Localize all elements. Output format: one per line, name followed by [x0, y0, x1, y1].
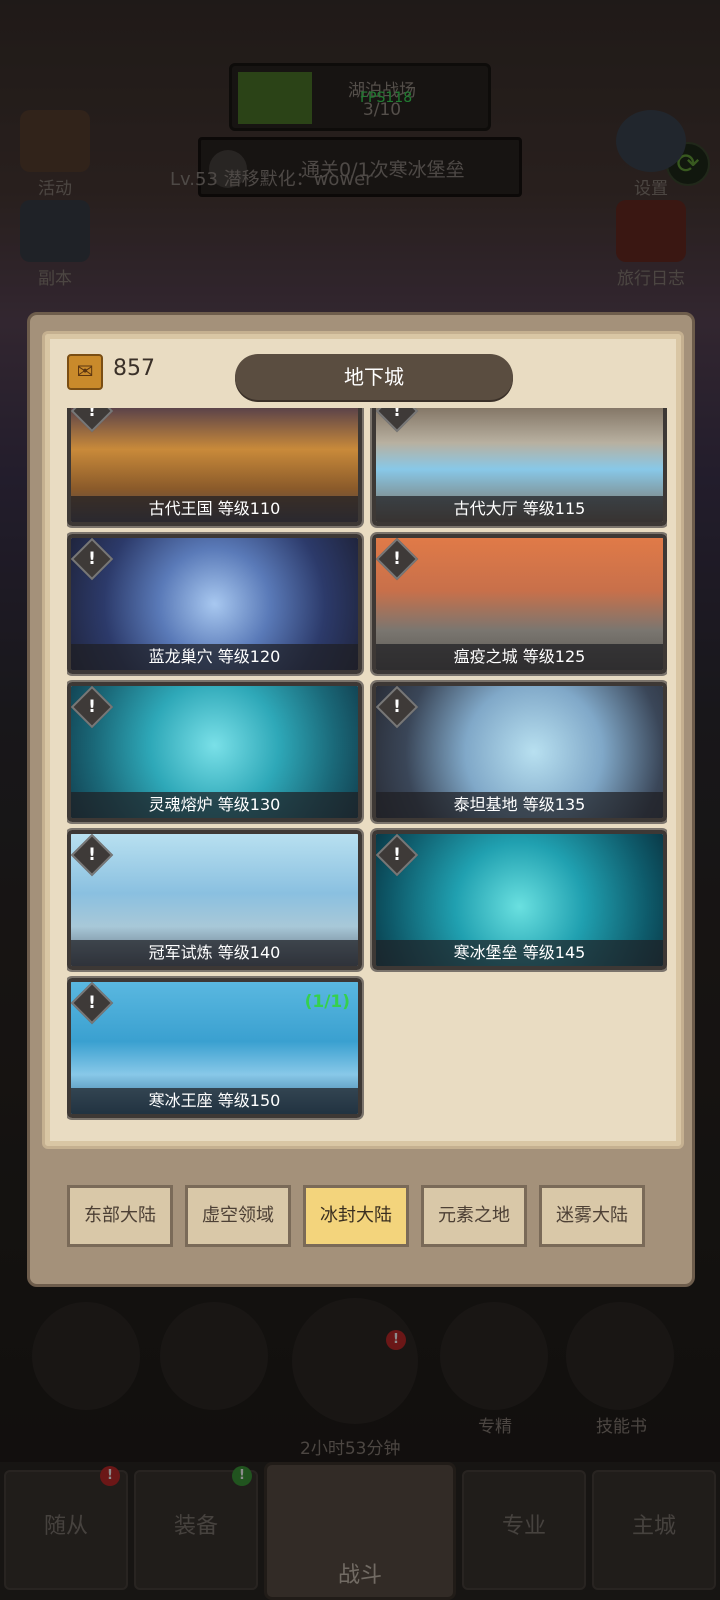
currency-count: 857 — [113, 356, 155, 381]
dungeon-panel-inner: ✉ 857 地下城 ! 古代王国 等级110 ! 古代大厅 等级115 ! 蓝龙… — [42, 331, 684, 1149]
dungeon-label: 冠军试炼 等级140 — [71, 940, 358, 966]
tab-eastern-continent[interactable]: 东部大陆 — [67, 1185, 173, 1247]
dungeon-tile[interactable]: ! 瘟疫之城 等级125 — [372, 534, 667, 674]
dungeon-tile[interactable]: ! 蓝龙巢穴 等级120 — [67, 534, 362, 674]
dungeon-label: 灵魂熔炉 等级130 — [71, 792, 358, 818]
tab-mist-continent[interactable]: 迷雾大陆 — [539, 1185, 645, 1247]
dungeon-grid: ! 古代王国 等级110 ! 古代大厅 等级115 ! 蓝龙巢穴 等级120 !… — [67, 408, 667, 1133]
panel-title: 地下城 — [235, 354, 513, 400]
game-screen: 湖泊战场 3/10 ⟳ FPS118 通关0/1次寒冰堡垒 Lv.53 潜移默化… — [0, 0, 720, 1600]
dungeon-panel: ✉ 857 地下城 ! 古代王国 等级110 ! 古代大厅 等级115 ! 蓝龙… — [27, 312, 695, 1287]
dungeon-tile[interactable]: ! 灵魂熔炉 等级130 — [67, 682, 362, 822]
dungeon-tile[interactable]: ! (1/1) 寒冰王座 等级150 — [67, 978, 362, 1118]
dungeon-label: 寒冰堡垒 等级145 — [376, 940, 663, 966]
dungeon-label: 古代大厅 等级115 — [376, 496, 663, 522]
dungeon-tile[interactable]: ! 古代王国 等级110 — [67, 408, 362, 526]
dungeon-label: 瘟疫之城 等级125 — [376, 644, 663, 670]
region-tabs: 东部大陆 虚空领域 冰封大陆 元素之地 迷雾大陆 — [67, 1185, 657, 1251]
dungeon-tile[interactable]: ! 泰坦基地 等级135 — [372, 682, 667, 822]
scroll-icon: ✉ — [67, 354, 103, 390]
dungeon-label: 蓝龙巢穴 等级120 — [71, 644, 358, 670]
dungeon-tile[interactable]: ! 古代大厅 等级115 — [372, 408, 667, 526]
dungeon-label: 寒冰王座 等级150 — [71, 1088, 358, 1114]
tab-frozen-continent[interactable]: 冰封大陆 — [303, 1185, 409, 1247]
dungeon-tile[interactable]: ! 寒冰堡垒 等级145 — [372, 830, 667, 970]
clear-count: (1/1) — [304, 992, 350, 1012]
tab-void-realm[interactable]: 虚空领域 — [185, 1185, 291, 1247]
tab-elemental-land[interactable]: 元素之地 — [421, 1185, 527, 1247]
dungeon-label: 古代王国 等级110 — [71, 496, 358, 522]
dungeon-label: 泰坦基地 等级135 — [376, 792, 663, 818]
dungeon-tile[interactable]: ! 冠军试炼 等级140 — [67, 830, 362, 970]
